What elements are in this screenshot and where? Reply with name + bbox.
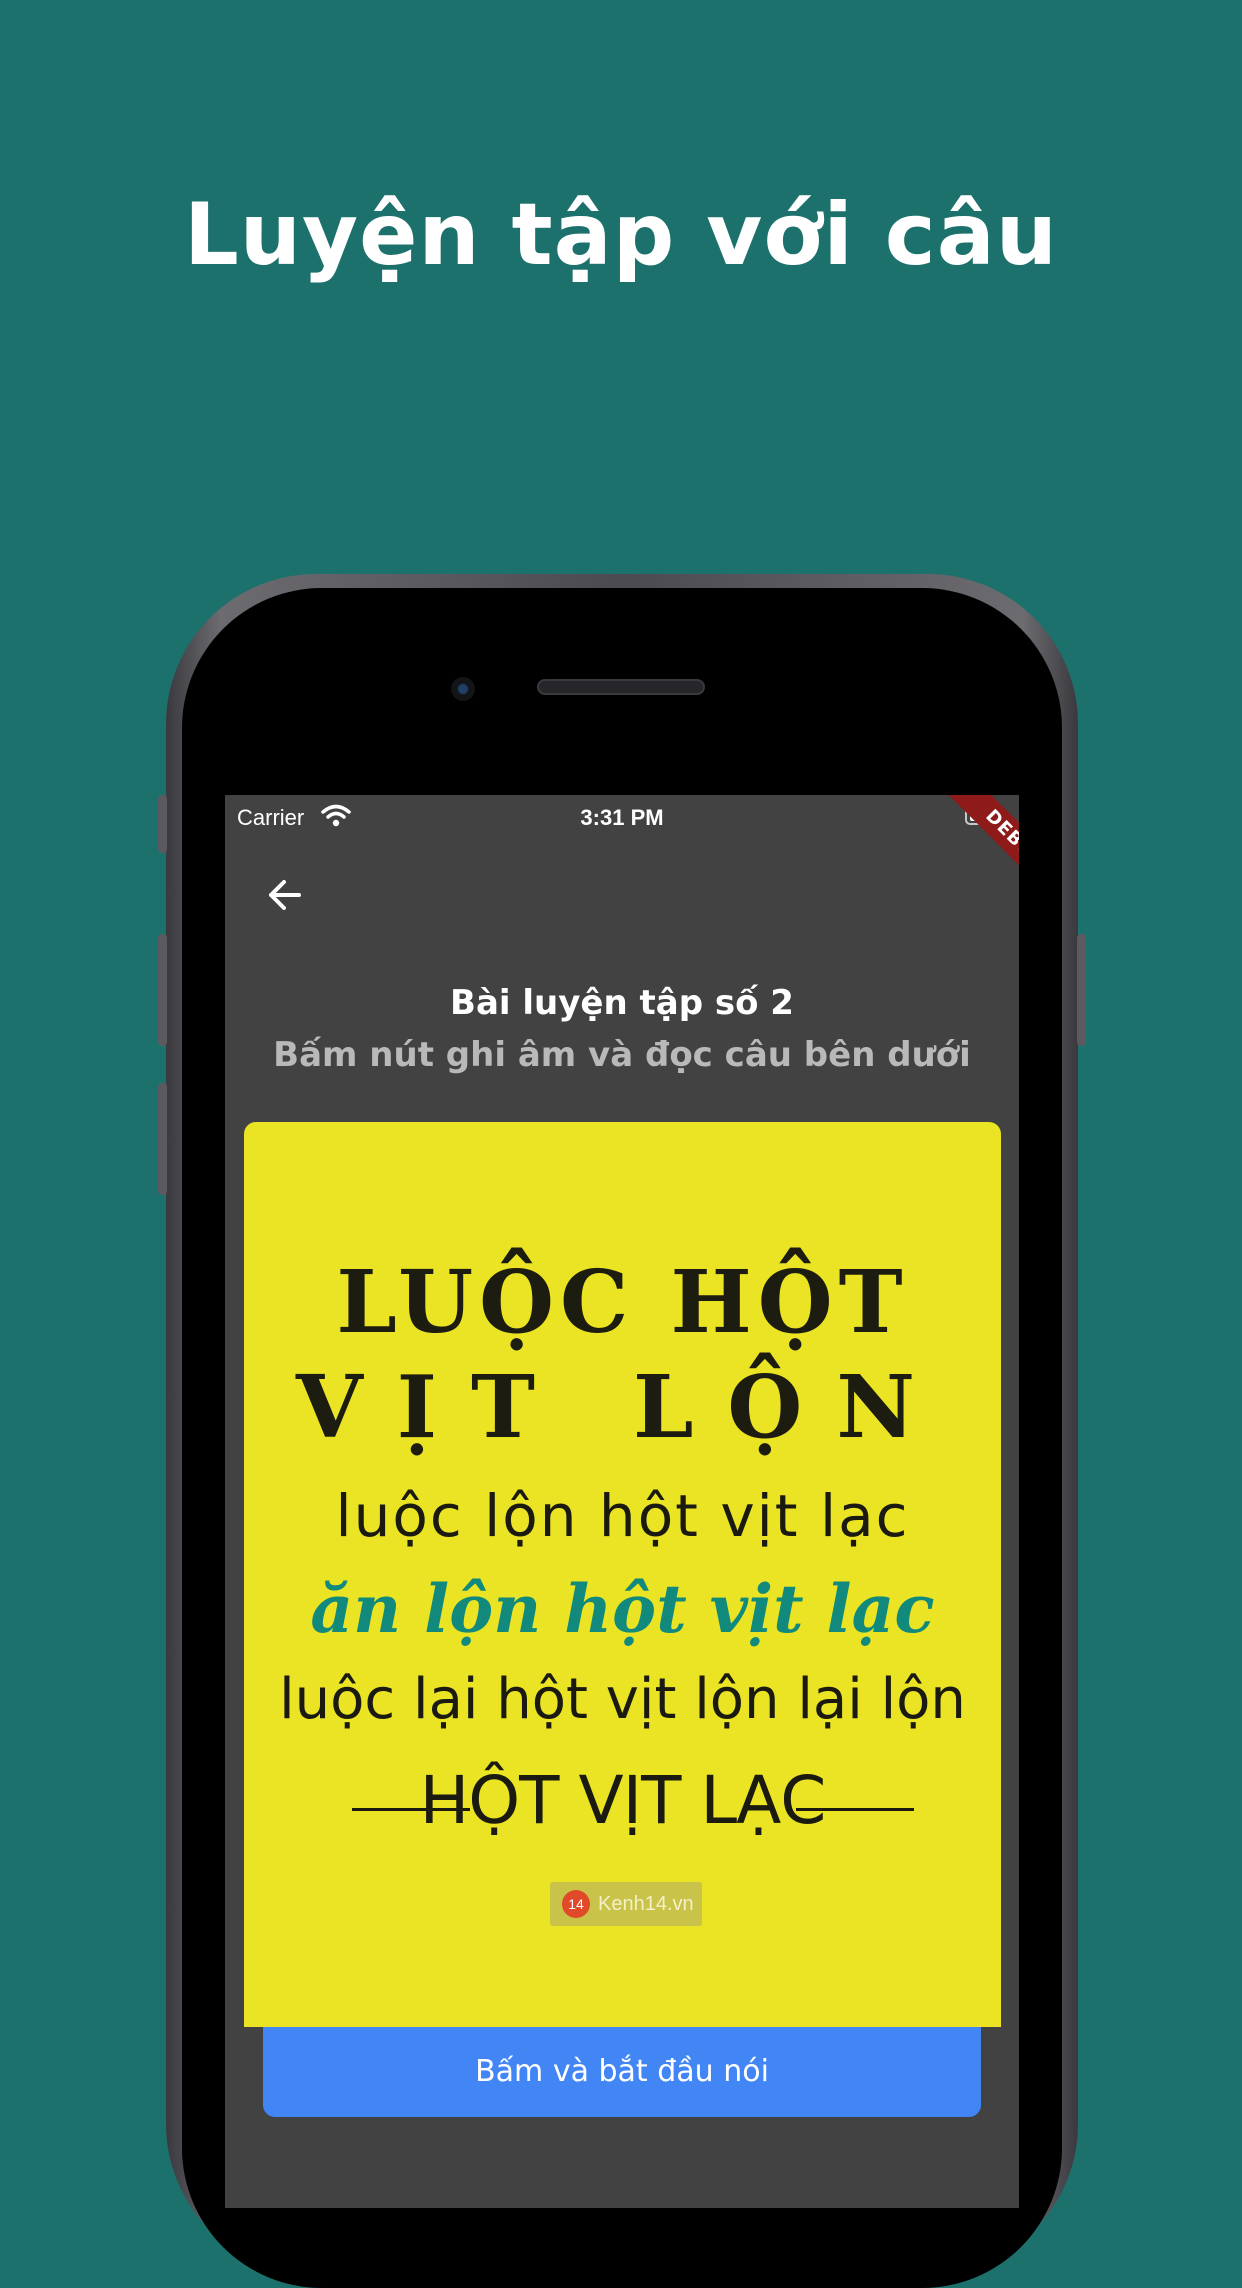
status-bar: Carrier 3:31 PM (225, 795, 1019, 835)
front-camera (451, 677, 475, 701)
poster-line-2: VỊT LỘN (296, 1357, 949, 1458)
poster-line-5: luộc lại hột vịt lộn lại lộn (279, 1667, 966, 1732)
watermark-text: Kenh14.vn (598, 1893, 694, 1915)
watermark: 14 Kenh14.vn (550, 1882, 702, 1926)
poster-line-3: luộc lộn hột vịt lạc (335, 1482, 910, 1550)
phone-volume-down (158, 1083, 167, 1195)
poster-line-4: ăn lộn hột vịt lạc (310, 1570, 935, 1648)
phone-mute-switch (158, 795, 167, 853)
earpiece-speaker (537, 679, 705, 695)
kenh14-logo-icon: 14 (562, 1890, 590, 1918)
poster-rule-right (796, 1808, 914, 1811)
lesson-title: Bài luyện tập số 2 (450, 983, 794, 1023)
start-speaking-button[interactable]: Bấm và bắt đầu nói (263, 2027, 981, 2117)
lesson-instruction: Bấm nút ghi âm và đọc câu bên dưới (273, 1035, 971, 1075)
poster-line-6: HỘT VỊT LẠC (419, 1762, 827, 1839)
back-arrow-icon[interactable] (255, 865, 315, 925)
tongue-twister-image: LUỘC HỘT VỊT LỘN luộc lộn hột vịt lạc ăn… (244, 1122, 1001, 2027)
poster-line-1: LUỘC HỘT (336, 1252, 909, 1353)
hero-title: Luyện tập với câu (183, 185, 1059, 285)
phone-volume-up (158, 934, 167, 1046)
phone-power-button (1077, 934, 1086, 1046)
status-time: 3:31 PM (580, 805, 664, 830)
app-screen: Carrier 3:31 PM DEBUG Bài luyện tập số 2… (225, 795, 1019, 2208)
